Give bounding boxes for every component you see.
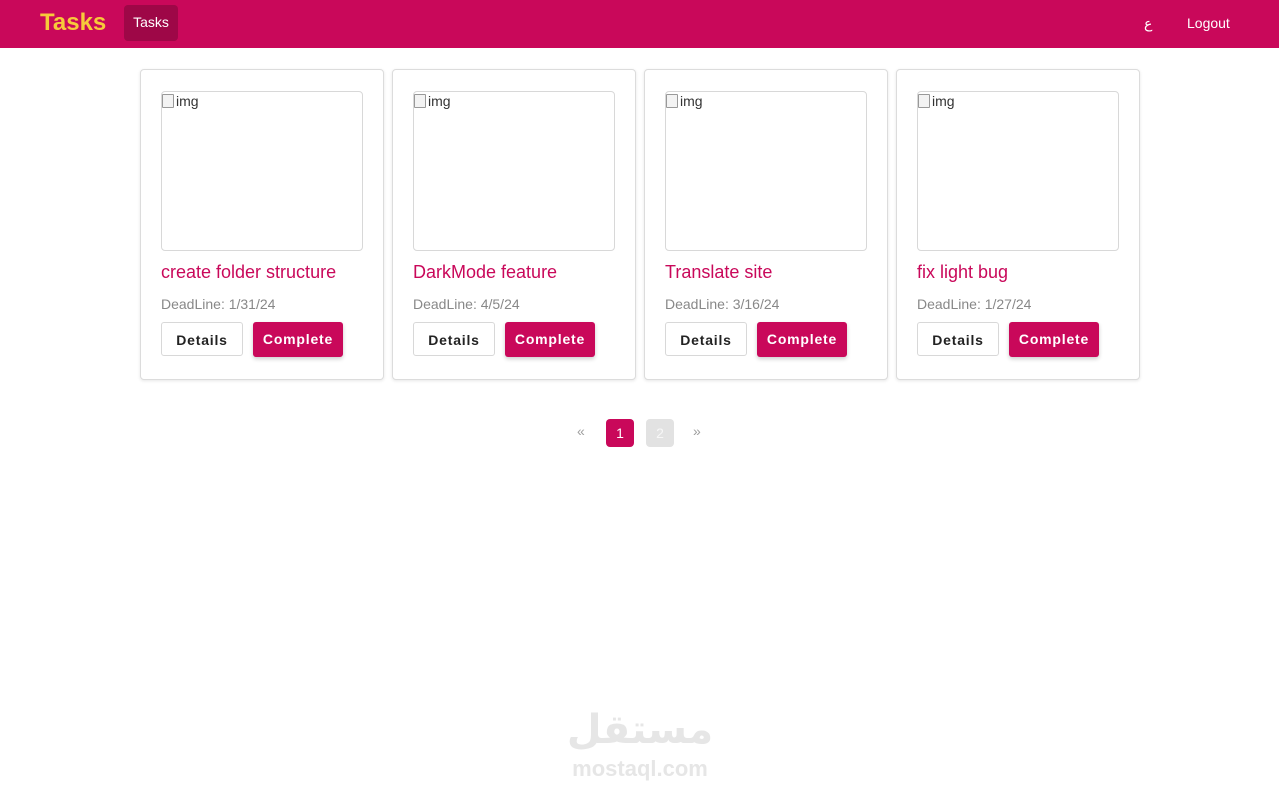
complete-button[interactable]: Complete [253,322,343,357]
watermark-logo: مستقل [566,707,714,753]
task-image: img [665,91,867,251]
pagination-page-1[interactable]: 1 [606,419,634,447]
task-card: img fix light bug DeadLine: 1/27/24 Deta… [896,69,1140,380]
task-title: fix light bug [917,262,1009,282]
task-card: img DarkMode feature DeadLine: 4/5/24 De… [392,69,636,380]
task-title: DarkMode feature [413,262,558,282]
pagination-page-2[interactable]: 2 [646,419,674,447]
task-image: img [161,91,363,251]
logout-link[interactable]: Logout [1187,13,1230,33]
details-button[interactable]: Details [413,322,495,356]
broken-image-icon: img [666,92,703,110]
task-deadline: DeadLine: 1/27/24 [917,296,1032,312]
image-alt-text: img [932,93,955,109]
task-deadline: DeadLine: 4/5/24 [413,296,520,312]
complete-button[interactable]: Complete [1009,322,1099,357]
task-card: img Translate site DeadLine: 3/16/24 Det… [644,69,888,380]
complete-button[interactable]: Complete [757,322,847,357]
broken-image-icon: img [918,92,955,110]
pagination-prev-icon[interactable]: « [577,422,585,440]
image-alt-text: img [176,93,199,109]
image-alt-text: img [428,93,451,109]
top-navbar: Tasks Tasks ع Logout [0,0,1279,48]
details-button[interactable]: Details [665,322,747,356]
broken-image-icon: img [162,92,199,110]
watermark-text: mostaql.com [572,756,708,781]
complete-button[interactable]: Complete [505,322,595,357]
details-button[interactable]: Details [161,322,243,356]
task-title: Translate site [665,262,773,282]
task-title: create folder structure [161,262,337,282]
brand-logo[interactable]: Tasks [40,8,106,38]
image-alt-text: img [680,93,703,109]
details-button[interactable]: Details [917,322,999,356]
task-card: img create folder structure DeadLine: 1/… [140,69,384,380]
nav-link-tasks[interactable]: Tasks [124,5,178,41]
task-deadline: DeadLine: 3/16/24 [665,296,780,312]
task-image: img [917,91,1119,251]
language-toggle[interactable]: ع [1144,13,1152,33]
task-deadline: DeadLine: 1/31/24 [161,296,276,312]
broken-image-icon: img [414,92,451,110]
task-image: img [413,91,615,251]
pagination-next-icon[interactable]: » [693,422,701,440]
